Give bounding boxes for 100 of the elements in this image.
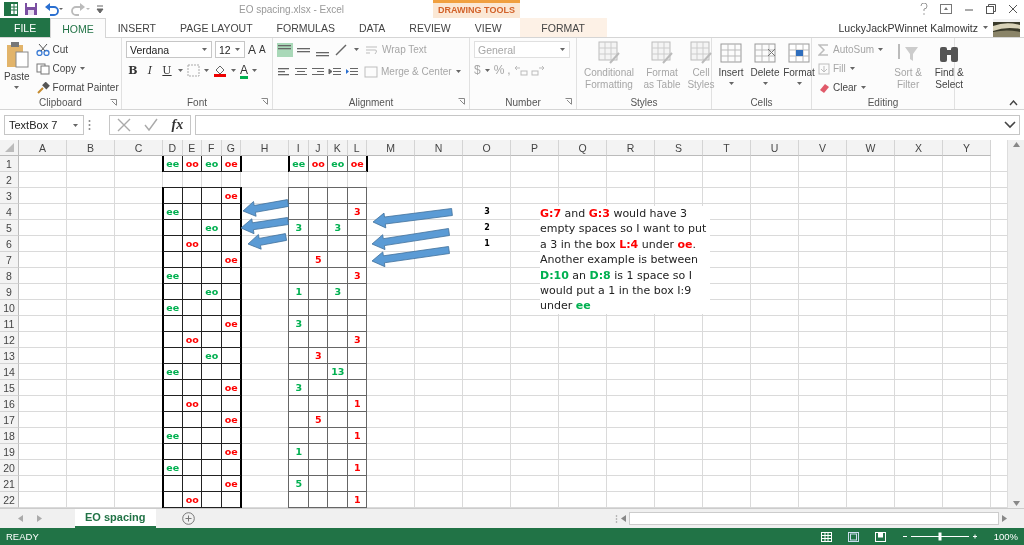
decrease-font-size-button[interactable]: A bbox=[259, 44, 266, 55]
ribbon-tab[interactable]: INSERT bbox=[105, 18, 168, 37]
ribbon-tab[interactable]: DATA bbox=[346, 18, 398, 37]
center-icon[interactable] bbox=[294, 65, 308, 78]
row-header[interactable]: 17 bbox=[0, 412, 19, 428]
row-header[interactable]: 11 bbox=[0, 316, 19, 332]
row-header[interactable]: 21 bbox=[0, 476, 19, 492]
row-header[interactable]: 4 bbox=[0, 204, 19, 220]
row-header[interactable]: 22 bbox=[0, 492, 19, 508]
paste-button[interactable]: Paste bbox=[4, 41, 30, 96]
format-painter-button[interactable]: Format Painter bbox=[33, 79, 121, 96]
fill-color-icon[interactable] bbox=[213, 63, 227, 77]
row-header[interactable]: 20 bbox=[0, 460, 19, 476]
column-header[interactable]: I bbox=[289, 140, 309, 156]
column-header[interactable]: E bbox=[182, 140, 202, 156]
column-header[interactable]: Y bbox=[943, 140, 991, 156]
row-header[interactable]: 9 bbox=[0, 284, 19, 300]
formula-input[interactable] bbox=[195, 115, 1020, 135]
column-header[interactable]: R bbox=[607, 140, 655, 156]
row-header[interactable]: 15 bbox=[0, 380, 19, 396]
name-box[interactable]: TextBox 7 bbox=[4, 115, 84, 135]
scroll-left-icon[interactable] bbox=[621, 515, 626, 522]
column-header[interactable]: M bbox=[367, 140, 415, 156]
column-header[interactable]: L bbox=[347, 140, 367, 156]
customize-toolbar-icon[interactable] bbox=[96, 4, 104, 14]
zoom-slider[interactable] bbox=[901, 532, 978, 541]
row-header[interactable]: 10 bbox=[0, 300, 19, 316]
increase-indent-icon[interactable] bbox=[345, 65, 359, 78]
slider-thumb[interactable] bbox=[938, 532, 942, 541]
column-header[interactable]: Q bbox=[559, 140, 607, 156]
copy-button[interactable]: Copy bbox=[33, 60, 121, 77]
row-header[interactable]: 12 bbox=[0, 332, 19, 348]
row-header[interactable]: 18 bbox=[0, 428, 19, 444]
user-name[interactable]: LuckyJackPWinnet Kalmowitz bbox=[838, 21, 978, 34]
find-select-button[interactable]: Find & Select bbox=[930, 41, 969, 96]
row-header[interactable]: 1 bbox=[0, 156, 19, 172]
font-size-dropdown[interactable]: 12 bbox=[215, 41, 245, 58]
ribbon-tab[interactable]: VIEW bbox=[462, 18, 514, 37]
ribbon-tab[interactable]: PAGE LAYOUT bbox=[168, 18, 265, 37]
row-header[interactable]: 3 bbox=[0, 188, 19, 204]
row-header[interactable]: 7 bbox=[0, 252, 19, 268]
column-header[interactable]: S bbox=[655, 140, 703, 156]
ribbon-tab[interactable]: FILE bbox=[0, 18, 51, 37]
decrease-indent-icon[interactable] bbox=[328, 65, 342, 78]
column-header[interactable]: T bbox=[703, 140, 751, 156]
font-name-dropdown[interactable]: Verdana bbox=[126, 41, 212, 58]
orientation-icon[interactable] bbox=[334, 42, 350, 57]
format-button[interactable]: Format bbox=[784, 41, 814, 95]
save-icon[interactable] bbox=[24, 2, 38, 16]
ribbon-tab[interactable]: FORMAT bbox=[519, 18, 607, 37]
column-header[interactable]: W bbox=[847, 140, 895, 156]
delete-button[interactable]: Delete bbox=[750, 41, 780, 95]
scroll-right-icon[interactable] bbox=[1002, 515, 1007, 522]
close-icon[interactable] bbox=[1008, 4, 1018, 14]
bold-button[interactable]: B bbox=[126, 63, 140, 77]
align-right-icon[interactable] bbox=[311, 65, 325, 78]
row-header[interactable]: 6 bbox=[0, 236, 19, 252]
ribbon-tab[interactable]: REVIEW bbox=[397, 18, 463, 37]
cancel-icon[interactable] bbox=[116, 118, 131, 132]
font-color-button[interactable]: A bbox=[240, 63, 248, 77]
align-left-icon[interactable] bbox=[277, 65, 291, 78]
increase-font-size-button[interactable]: A bbox=[248, 42, 256, 57]
page-layout-view-icon[interactable] bbox=[847, 531, 859, 542]
restore-icon[interactable] bbox=[986, 4, 996, 14]
column-header[interactable]: C bbox=[115, 140, 163, 156]
page-break-view-icon[interactable] bbox=[874, 531, 886, 542]
row-header[interactable]: 16 bbox=[0, 396, 19, 412]
collapse-ribbon-icon[interactable] bbox=[1009, 100, 1018, 106]
insert-button[interactable]: Insert bbox=[716, 41, 746, 95]
column-header[interactable]: G bbox=[221, 140, 241, 156]
insert-function-button[interactable]: fx bbox=[171, 117, 184, 133]
row-header[interactable]: 2 bbox=[0, 172, 19, 188]
clear-button[interactable]: Clear bbox=[816, 79, 887, 96]
column-header[interactable]: F bbox=[202, 140, 222, 156]
column-header[interactable]: V bbox=[799, 140, 847, 156]
column-header[interactable]: D bbox=[163, 140, 183, 156]
sheet-tab[interactable]: EO spacing bbox=[75, 508, 156, 528]
check-icon[interactable] bbox=[144, 118, 159, 132]
column-header[interactable]: B bbox=[67, 140, 115, 156]
normal-view-icon[interactable] bbox=[820, 531, 832, 542]
scroll-up-icon[interactable] bbox=[1012, 142, 1020, 147]
column-header[interactable]: U bbox=[751, 140, 799, 156]
italic-button[interactable]: I bbox=[143, 63, 157, 77]
ribbon-tab[interactable]: HOME bbox=[50, 18, 106, 38]
horizontal-scrollbar[interactable] bbox=[629, 512, 999, 525]
row-header[interactable]: 14 bbox=[0, 364, 19, 380]
column-header[interactable]: K bbox=[328, 140, 348, 156]
add-sheet-icon[interactable] bbox=[181, 512, 195, 525]
scroll-down-icon[interactable] bbox=[1012, 501, 1020, 506]
row-header[interactable]: 19 bbox=[0, 444, 19, 460]
column-header[interactable]: H bbox=[241, 140, 289, 156]
row-header[interactable]: 8 bbox=[0, 268, 19, 284]
ribbon-tab[interactable]: FORMULAS bbox=[264, 18, 347, 37]
column-header[interactable]: X bbox=[895, 140, 943, 156]
undo-icon[interactable] bbox=[44, 2, 64, 16]
cut-button[interactable]: Cut bbox=[33, 41, 121, 58]
column-header[interactable]: P bbox=[511, 140, 559, 156]
column-header[interactable]: O bbox=[463, 140, 511, 156]
column-header[interactable]: J bbox=[308, 140, 328, 156]
help-icon[interactable] bbox=[920, 3, 928, 15]
